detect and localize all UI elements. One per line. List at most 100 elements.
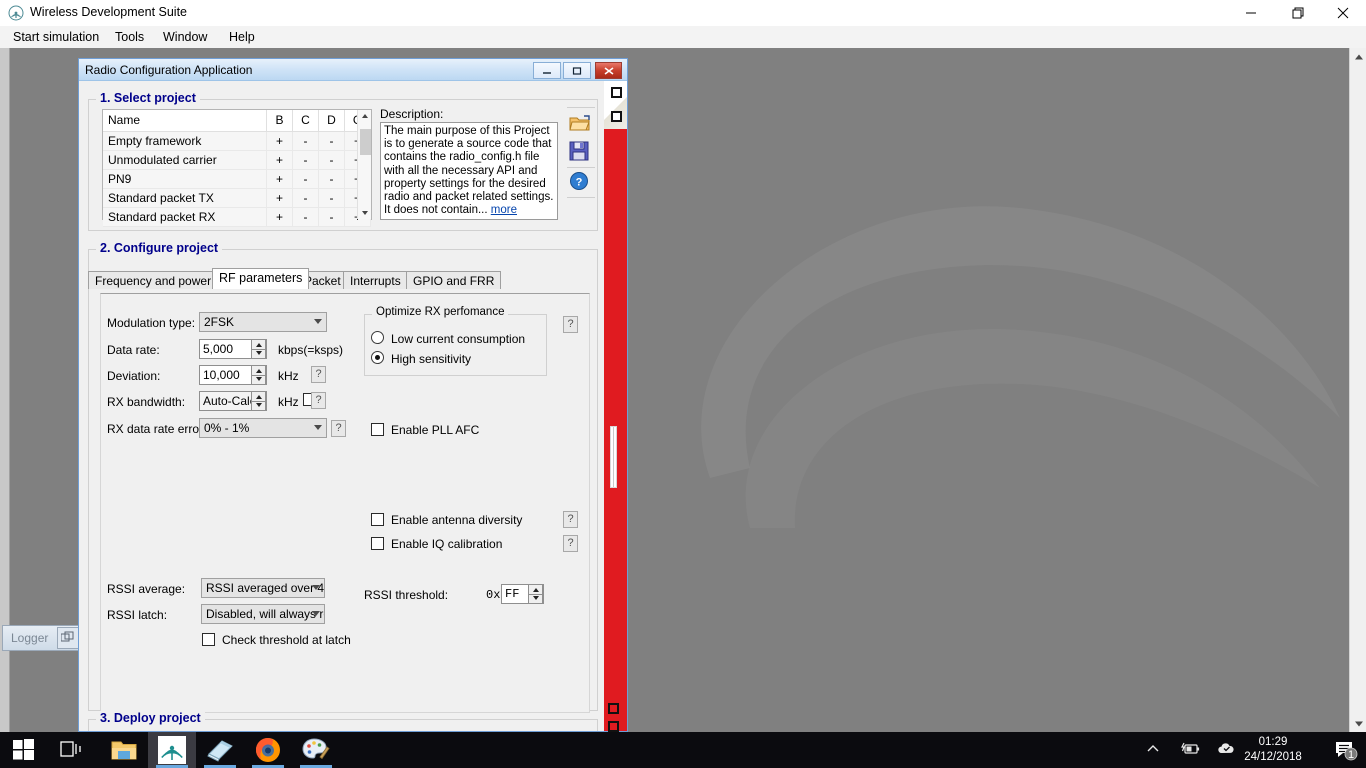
table-row[interactable]: PN9 + - - + — [103, 169, 371, 189]
dialog-scrollbar[interactable] — [603, 81, 627, 732]
stepper-up-icon[interactable] — [252, 366, 265, 375]
firefox-button[interactable] — [244, 732, 292, 768]
cell-name: Standard packet RX — [103, 207, 267, 227]
enable-antenna-diversity-checkbox[interactable] — [371, 513, 384, 526]
workspace-scrollbar[interactable] — [1349, 48, 1366, 732]
deviation-help-button[interactable]: ? — [311, 366, 326, 383]
notification-center-button[interactable]: 1 — [1334, 739, 1358, 764]
tab-interrupts[interactable]: Interrupts — [343, 271, 408, 289]
deviation-stepper[interactable] — [251, 365, 266, 385]
menu-help[interactable]: Help — [224, 29, 260, 45]
data-rate-input[interactable]: 5,000 — [199, 339, 267, 359]
menu-tools[interactable]: Tools — [110, 29, 149, 45]
project-list-scrollbar[interactable] — [357, 110, 371, 219]
rssi-threshold-stepper[interactable] — [528, 584, 543, 604]
dialog-minimize-button[interactable] — [533, 62, 561, 79]
enable-pll-afc-checkbox[interactable] — [371, 423, 384, 436]
scrollbar-thumb[interactable] — [610, 426, 617, 488]
table-row[interactable]: Empty framework + - - + — [103, 131, 371, 151]
column-d[interactable]: D — [318, 110, 345, 132]
deviation-input[interactable]: 10,000 — [199, 365, 267, 385]
description-more-link[interactable]: more — [491, 204, 517, 216]
list-scroll-down-icon[interactable] — [361, 211, 368, 215]
column-b[interactable]: B — [266, 110, 293, 132]
optimize-rx-help-button[interactable]: ? — [563, 316, 578, 333]
clock[interactable]: 01:29 24/12/2018 — [1236, 735, 1310, 765]
scrollbar-page-down-glyph — [608, 721, 619, 732]
start-button[interactable] — [0, 732, 48, 768]
step2-title: 2. Configure project — [96, 241, 223, 255]
tab-frequency-and-power[interactable]: Frequency and power — [88, 271, 219, 289]
stepper-down-icon[interactable] — [252, 401, 265, 410]
check-threshold-at-latch-checkbox[interactable] — [202, 633, 215, 646]
stepper-up-icon[interactable] — [529, 585, 542, 594]
dialog-close-button[interactable] — [595, 62, 622, 79]
wireless-suite-button[interactable] — [148, 732, 196, 768]
window-minimize-button[interactable] — [1228, 0, 1274, 26]
rx-bandwidth-help-button[interactable]: ? — [311, 392, 326, 409]
file-explorer-button[interactable] — [100, 732, 148, 768]
table-header-row: Name B C D G — [103, 110, 371, 132]
rx-data-rate-error-help-button[interactable]: ? — [331, 420, 346, 437]
antenna-diversity-help-button[interactable]: ? — [563, 511, 578, 528]
radio-low-current-consumption[interactable] — [371, 331, 384, 344]
stepper-up-icon[interactable] — [252, 340, 265, 349]
cell-name: Unmodulated carrier — [103, 150, 267, 170]
scrollbar-up-button[interactable] — [603, 81, 627, 129]
task-view-button[interactable] — [48, 732, 96, 768]
logger-panel-tab[interactable]: Logger — [2, 625, 82, 651]
rssi-threshold-value: FF — [505, 587, 520, 601]
table-row[interactable]: Unmodulated carrier + - - + — [103, 150, 371, 170]
battery-charging-icon[interactable] — [1180, 742, 1200, 759]
window-maximize-button[interactable] — [1274, 0, 1320, 26]
dialog-title-bar[interactable]: Radio Configuration Application — [79, 59, 627, 81]
rssi-average-select[interactable]: RSSI averaged over 4 — [201, 578, 325, 598]
description-text: The main purpose of this Project is to g… — [384, 125, 554, 217]
rssi-threshold-input[interactable]: FF — [501, 584, 544, 604]
iq-calibration-help-button[interactable]: ? — [563, 535, 578, 552]
folder-open-icon[interactable] — [569, 113, 593, 137]
enable-iq-calibration-checkbox[interactable] — [371, 537, 384, 550]
notification-count: 1 — [1347, 749, 1355, 761]
menu-start-simulation[interactable]: Start simulation — [8, 29, 104, 45]
modulation-type-select[interactable]: 2FSK — [199, 312, 327, 332]
dialog-maximize-button[interactable] — [563, 62, 591, 79]
stepper-down-icon[interactable] — [529, 594, 542, 603]
help-icon[interactable]: ? — [569, 171, 593, 195]
list-scroll-up-icon[interactable] — [361, 114, 368, 118]
svg-text:?: ? — [576, 177, 583, 189]
tab-gpio-and-frr[interactable]: GPIO and FRR — [406, 271, 502, 289]
tab-rf-parameters[interactable]: RF parameters — [212, 268, 310, 289]
chevron-down-icon — [312, 611, 320, 616]
show-hidden-icons-button[interactable] — [1146, 742, 1160, 759]
toolbar-separator-bottom — [567, 197, 595, 198]
table-row[interactable]: Standard packet RX + - - + — [103, 207, 371, 227]
scrollbar-down-arrow[interactable] — [1350, 715, 1366, 732]
rx-bandwidth-stepper[interactable] — [251, 391, 266, 411]
rssi-average-value: RSSI averaged over 4 — [206, 581, 325, 595]
menu-window[interactable]: Window — [158, 29, 212, 45]
column-name[interactable]: Name — [103, 110, 267, 132]
stepper-down-icon[interactable] — [252, 349, 265, 358]
paint-button[interactable] — [292, 732, 340, 768]
modulation-type-value: 2FSK — [204, 315, 235, 329]
window-close-button[interactable] — [1320, 0, 1366, 26]
table-row[interactable]: Standard packet TX + - - + — [103, 188, 371, 208]
column-c[interactable]: C — [292, 110, 319, 132]
stepper-up-icon[interactable] — [252, 392, 265, 401]
list-scroll-thumb[interactable] — [360, 129, 371, 155]
project-list[interactable]: Name B C D G Empty framework + - — [102, 109, 372, 227]
optimize-group-title: Optimize RX perfomance — [372, 306, 509, 318]
radio-high-sensitivity[interactable] — [371, 351, 384, 364]
restore-panel-icon[interactable] — [57, 627, 79, 649]
scrollbar-up-arrow[interactable] — [1350, 48, 1366, 65]
scrollbar-track[interactable] — [1350, 65, 1366, 715]
rx-data-rate-error-select[interactable]: 0% - 1% — [199, 418, 327, 438]
cloud-icon[interactable] — [1217, 742, 1235, 759]
sticky-notes-button[interactable] — [196, 732, 244, 768]
rx-bandwidth-input[interactable]: Auto-Calc — [199, 391, 267, 411]
save-icon[interactable] — [569, 141, 593, 165]
stepper-down-icon[interactable] — [252, 375, 265, 384]
data-rate-stepper[interactable] — [251, 339, 266, 359]
rssi-latch-select[interactable]: Disabled, will always re — [201, 604, 325, 624]
